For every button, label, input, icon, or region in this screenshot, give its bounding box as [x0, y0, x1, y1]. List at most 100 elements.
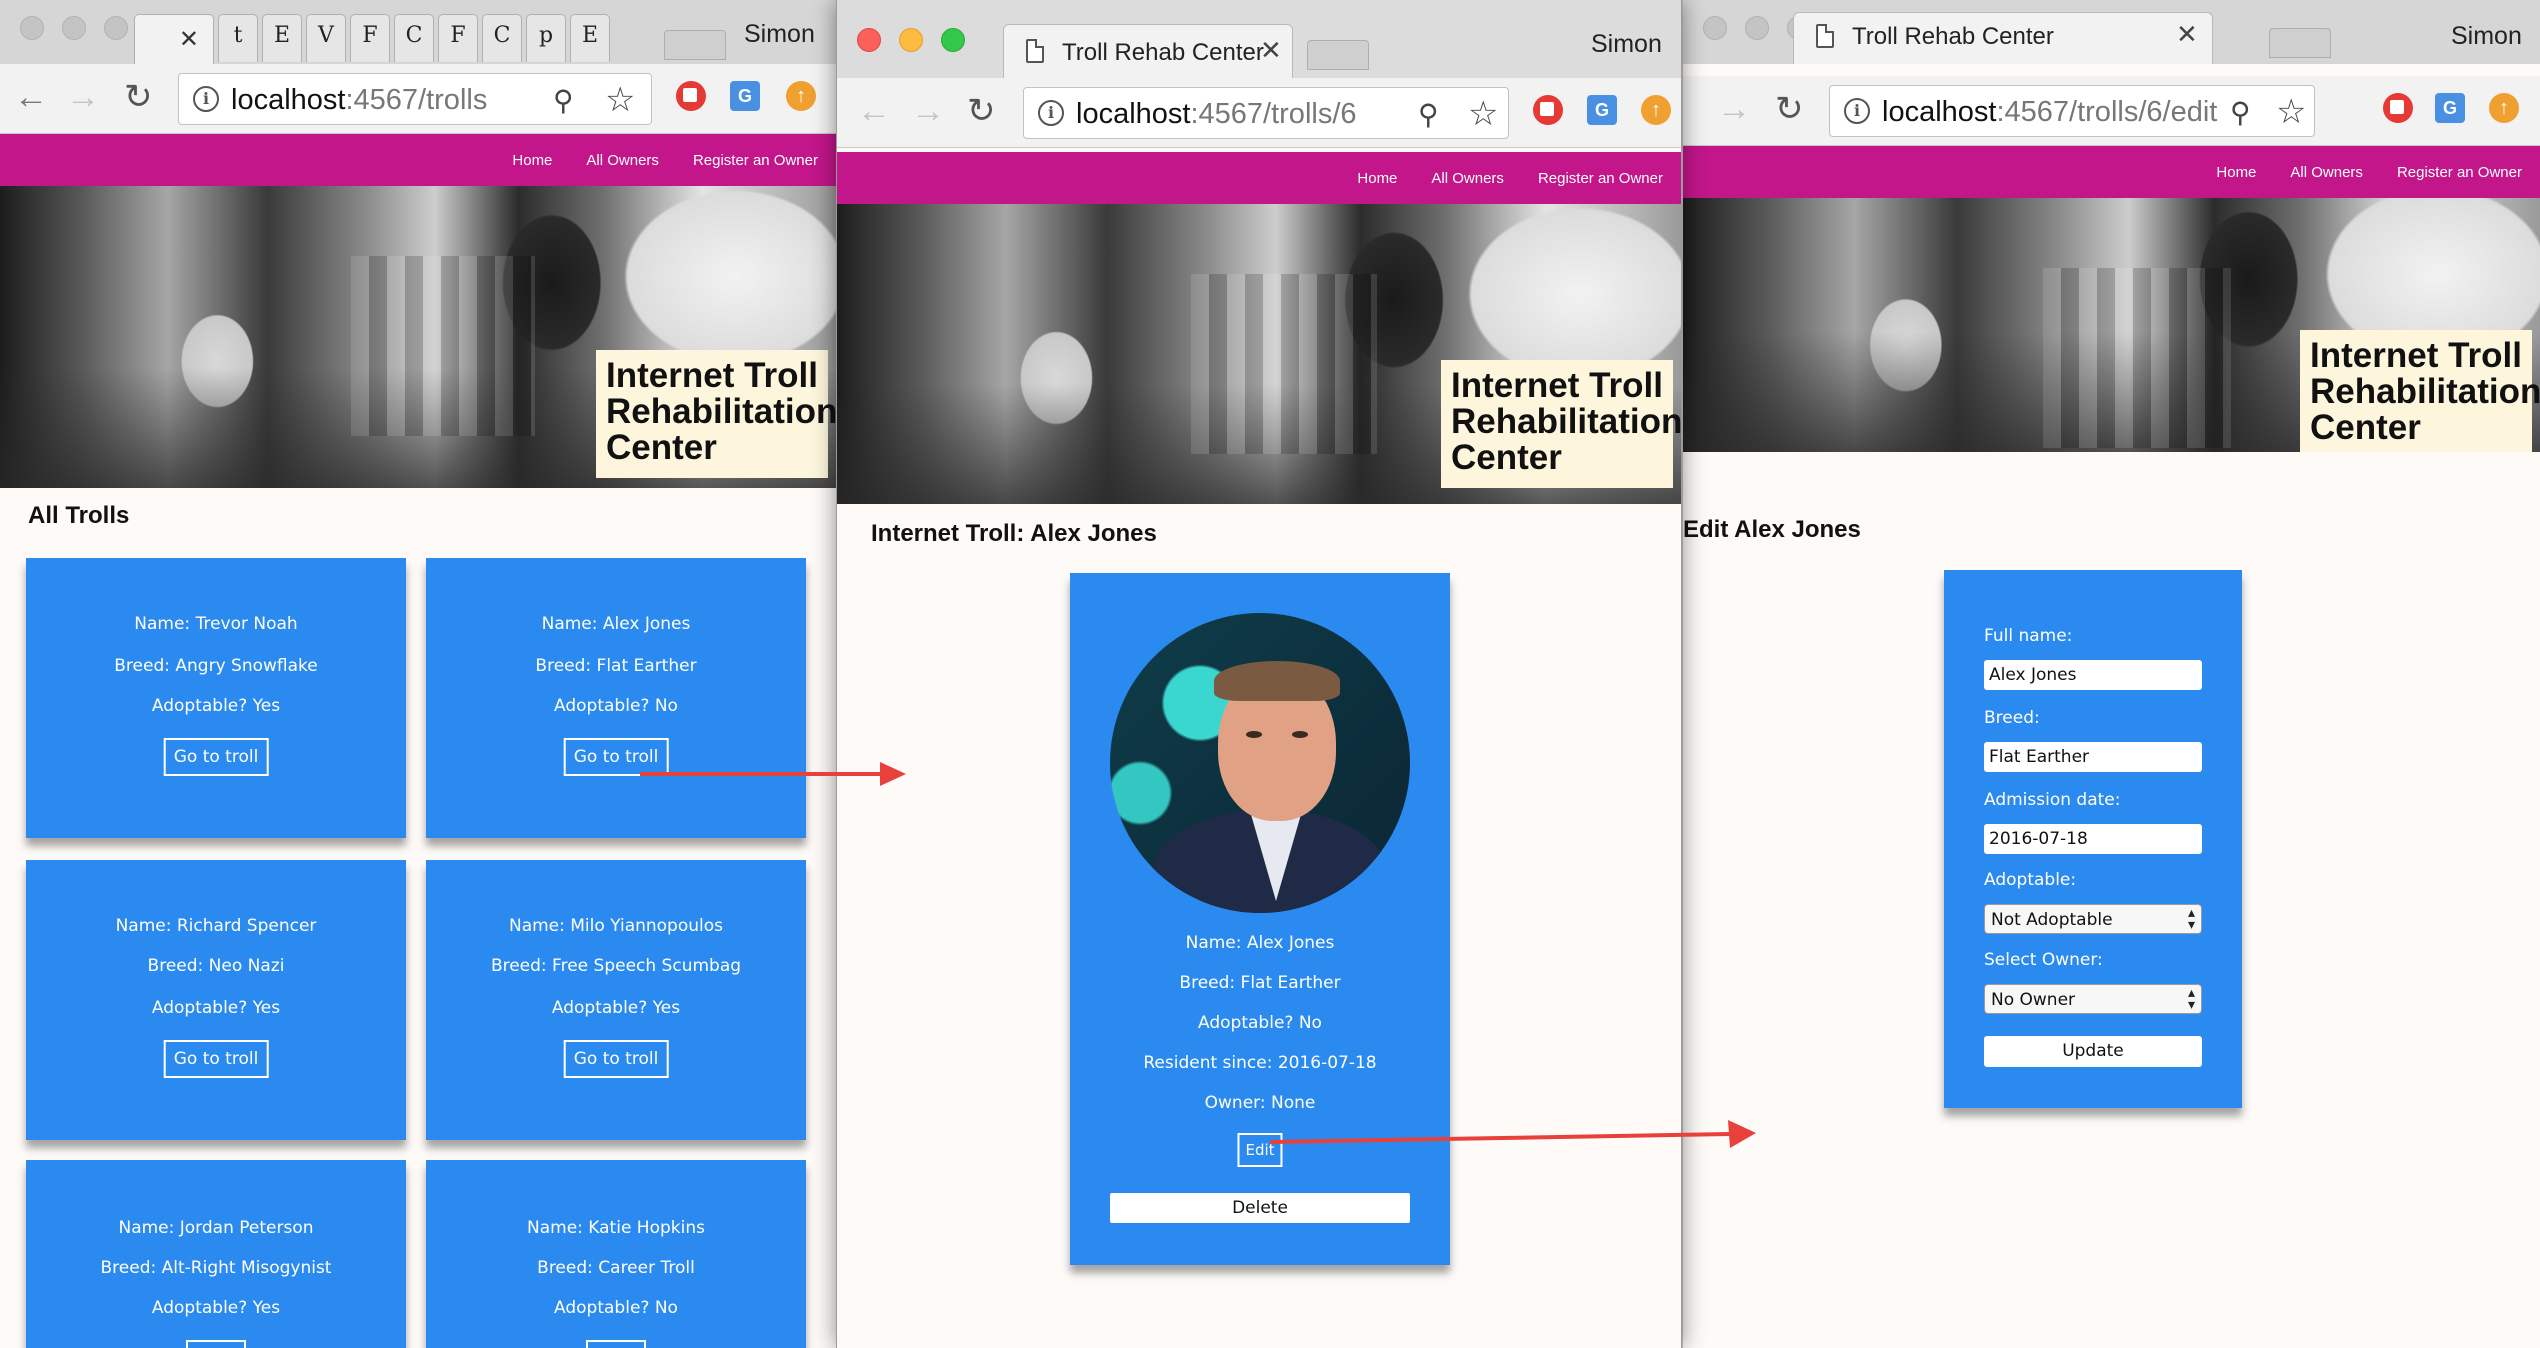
go-to-troll-button[interactable]: [586, 1340, 646, 1348]
troll-breed: Breed: Flat Earther: [535, 656, 697, 676]
address-bar[interactable]: i localhost:4567/trolls ⚲ ☆: [178, 73, 652, 125]
url-text: localhost:4567/trolls/6/edit: [1882, 96, 2218, 128]
owner-label: Select Owner:: [1984, 950, 2103, 970]
hero-banner: Internet Troll Rehabilitation Center: [1683, 198, 2540, 452]
reload-icon[interactable]: ↻: [1775, 90, 1804, 128]
breed-input[interactable]: Flat Earther: [1984, 742, 2202, 772]
nav-register-owner[interactable]: Register an Owner: [2397, 164, 2522, 181]
browser-tab[interactable]: E: [570, 14, 610, 62]
star-icon[interactable]: ☆: [1468, 94, 1498, 134]
troll-name: Name: Alex Jones: [541, 614, 691, 634]
reload-icon[interactable]: ↻: [967, 92, 996, 130]
close-window-button[interactable]: [1703, 16, 1727, 40]
star-icon[interactable]: ☆: [605, 80, 635, 120]
select-arrows-icon: ▴ ▾: [2187, 905, 2195, 933]
troll-breed: Breed: Neo Nazi: [147, 956, 285, 976]
zoom-icon[interactable]: ⚲: [1418, 98, 1439, 131]
address-bar[interactable]: i localhost:4567/trolls/6/edit ⚲ ☆: [1829, 85, 2315, 137]
go-to-troll-button[interactable]: [186, 1340, 246, 1348]
troll-adoptable: Adoptable? Yes: [151, 1298, 281, 1318]
stop-extension-icon[interactable]: [2383, 93, 2413, 123]
new-tab-button[interactable]: [1307, 40, 1369, 70]
adoptable-select[interactable]: Not Adoptable ▴ ▾: [1984, 904, 2202, 934]
upload-extension-icon[interactable]: ↑: [2489, 93, 2519, 123]
translate-extension-icon[interactable]: G: [2435, 93, 2465, 123]
back-icon[interactable]: ←: [14, 78, 48, 116]
browser-tab[interactable]: E: [262, 14, 302, 62]
upload-extension-icon[interactable]: ↑: [1641, 95, 1671, 125]
nav-home[interactable]: Home: [1357, 170, 1397, 187]
troll-name: Name: Katie Hopkins: [527, 1218, 705, 1238]
nav-register-owner[interactable]: Register an Owner: [693, 152, 818, 169]
nav-register-owner[interactable]: Register an Owner: [1538, 170, 1663, 187]
minimize-window-button[interactable]: [899, 28, 923, 52]
tab-strip: Troll Rehab Center ✕ Simon: [837, 0, 1681, 78]
reload-icon[interactable]: ↻: [124, 78, 153, 116]
close-icon[interactable]: ✕: [2176, 21, 2198, 47]
new-tab-button[interactable]: [2269, 28, 2331, 58]
browser-tab[interactable]: F: [438, 14, 478, 62]
nav-home[interactable]: Home: [2216, 164, 2256, 181]
close-icon[interactable]: ✕: [179, 25, 199, 53]
browser-tab-active[interactable]: ✕: [134, 14, 214, 64]
back-icon[interactable]: ←: [857, 92, 891, 130]
profile-name[interactable]: Simon: [2451, 22, 2522, 51]
forward-icon[interactable]: →: [911, 92, 945, 130]
select-arrows-icon: ▴ ▾: [2187, 985, 2195, 1013]
nav-all-owners[interactable]: All Owners: [2290, 164, 2363, 181]
troll-breed: Breed: Alt-Right Misogynist: [100, 1258, 332, 1278]
address-bar[interactable]: i localhost:4567/trolls/6 ⚲ ☆: [1023, 87, 1509, 139]
star-icon[interactable]: ☆: [2276, 92, 2306, 132]
troll-card: Name: Katie Hopkins Breed: Career Troll …: [426, 1160, 806, 1348]
owner-select[interactable]: No Owner ▴ ▾: [1984, 984, 2202, 1014]
troll-adoptable: Adoptable? Yes: [151, 696, 281, 716]
browser-tab-active[interactable]: Troll Rehab Center ✕: [1003, 24, 1293, 78]
forward-icon[interactable]: →: [66, 78, 100, 116]
nav-all-owners[interactable]: All Owners: [586, 152, 659, 169]
zoom-window-button[interactable]: [104, 16, 128, 40]
zoom-icon[interactable]: ⚲: [2230, 96, 2251, 129]
browser-tab[interactable]: p: [526, 14, 566, 62]
translate-extension-icon[interactable]: G: [730, 81, 760, 111]
upload-extension-icon[interactable]: ↑: [786, 81, 816, 111]
info-icon[interactable]: i: [1844, 98, 1870, 124]
minimize-window-button[interactable]: [62, 16, 86, 40]
close-window-button[interactable]: [857, 28, 881, 52]
profile-name[interactable]: Simon: [1591, 30, 1662, 59]
troll-breed: Breed: Career Troll: [537, 1258, 695, 1278]
minimize-window-button[interactable]: [1745, 16, 1769, 40]
browser-tab[interactable]: C: [394, 14, 434, 62]
close-window-button[interactable]: [20, 16, 44, 40]
info-icon[interactable]: i: [1038, 100, 1064, 126]
browser-tab-active[interactable]: Troll Rehab Center ✕: [1793, 12, 2213, 64]
troll-card: Name: Richard Spencer Breed: Neo Nazi Ad…: [26, 860, 406, 1140]
browser-tab[interactable]: F: [350, 14, 390, 62]
close-icon[interactable]: ✕: [1260, 37, 1282, 63]
delete-button[interactable]: Delete: [1110, 1193, 1410, 1223]
zoom-window-button[interactable]: [941, 28, 965, 52]
new-tab-button[interactable]: [664, 30, 726, 60]
translate-extension-icon[interactable]: G: [1587, 95, 1617, 125]
forward-icon[interactable]: →: [1717, 90, 1751, 128]
profile-name[interactable]: Simon: [744, 20, 815, 49]
troll-card: Name: Trevor Noah Breed: Angry Snowflake…: [26, 558, 406, 838]
update-button[interactable]: Update: [1984, 1036, 2202, 1067]
browser-tab[interactable]: t: [218, 14, 258, 62]
nav-home[interactable]: Home: [512, 152, 552, 169]
page-title: Internet Troll: Alex Jones: [871, 520, 1157, 547]
browser-tab[interactable]: V: [306, 14, 346, 62]
browser-tab[interactable]: C: [482, 14, 522, 62]
info-icon[interactable]: i: [193, 86, 219, 112]
go-to-troll-button[interactable]: Go to troll: [163, 738, 269, 776]
go-to-troll-button[interactable]: Go to troll: [563, 1040, 669, 1078]
edit-troll-form: Full name: Alex Jones Breed: Flat Earthe…: [1944, 570, 2242, 1108]
nav-all-owners[interactable]: All Owners: [1431, 170, 1504, 187]
full-name-input[interactable]: Alex Jones: [1984, 660, 2202, 690]
stop-extension-icon[interactable]: [676, 81, 706, 111]
zoom-icon[interactable]: ⚲: [553, 84, 574, 117]
troll-breed: Breed: Angry Snowflake: [114, 656, 318, 676]
go-to-troll-button[interactable]: Go to troll: [163, 1040, 269, 1078]
admission-date-input[interactable]: 2016-07-18: [1984, 824, 2202, 854]
stop-extension-icon[interactable]: [1533, 95, 1563, 125]
document-icon: [1816, 24, 1834, 48]
